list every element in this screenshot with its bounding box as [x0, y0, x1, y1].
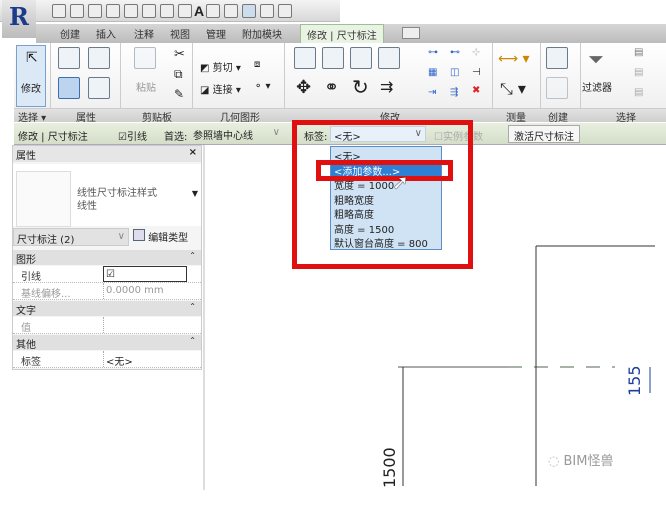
- dropdown-item-sill-height[interactable]: 默认窗台高度 = 800: [331, 234, 441, 250]
- mouse-cursor-icon: ➚: [392, 170, 409, 194]
- highlight-box-inner: [316, 160, 453, 181]
- wechat-icon: ◌: [548, 454, 560, 469]
- dimension-155[interactable]: 155: [625, 365, 644, 396]
- dropdown-item-rough-height[interactable]: 粗略高度: [331, 205, 441, 221]
- dimension-1500[interactable]: 1500: [380, 447, 399, 488]
- dropdown-item-rough-width[interactable]: 粗略宽度: [331, 191, 441, 207]
- watermark: ◌ BIM怪兽: [548, 454, 614, 469]
- dropdown-item-height[interactable]: 高度 = 1500: [331, 220, 441, 236]
